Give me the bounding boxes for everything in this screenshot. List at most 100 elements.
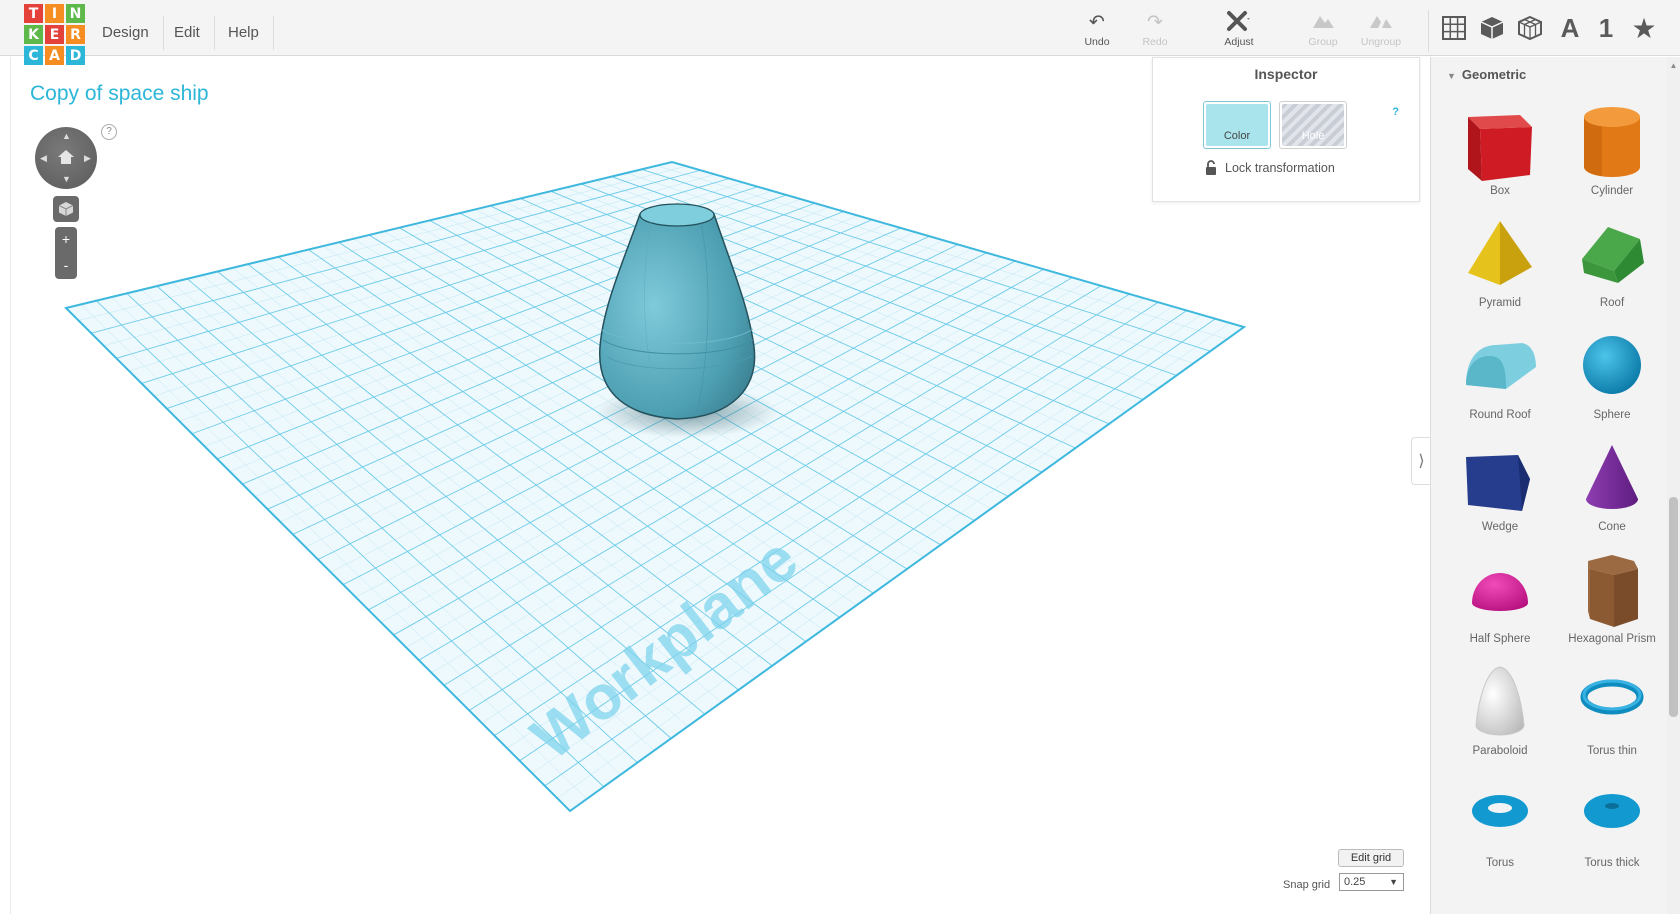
dropdown-caret-icon: ▼ [1389, 877, 1398, 887]
group-icon [1294, 10, 1352, 36]
shape-pyramid[interactable]: Pyramid [1444, 207, 1556, 319]
workplane-grid-icon [1442, 16, 1466, 40]
shape-torus-thin[interactable]: Torus thin [1556, 655, 1668, 767]
torus-shape-icon [1472, 795, 1528, 827]
wireframe-cube-icon [1518, 15, 1542, 41]
shape-round-roof[interactable]: Round Roof [1444, 319, 1556, 431]
number-shapes-button[interactable]: 1 [1588, 10, 1624, 46]
undo-button[interactable]: ↶ Undo [1068, 10, 1126, 52]
shape-box[interactable]: Box [1444, 95, 1556, 207]
hole-swatch-button[interactable]: Hole [1279, 101, 1347, 149]
category-label: Geometric [1461, 67, 1527, 82]
shape-half-sphere[interactable]: Half Sphere [1444, 543, 1556, 655]
inspector-help-button[interactable]: ? [1392, 106, 1399, 118]
ungroup-button[interactable]: Ungroup [1352, 10, 1410, 52]
chevron-right-icon: ⟩ [1418, 453, 1425, 470]
undo-icon: ↶ [1089, 12, 1105, 33]
box-shape-icon [1468, 115, 1532, 181]
torus-thin-shape-icon [1580, 679, 1644, 715]
fit-view-button[interactable] [53, 196, 79, 222]
zoom-out-button[interactable]: - [55, 253, 77, 279]
shape-torus-thick[interactable]: Torus thick [1556, 767, 1668, 879]
logo-letter: R [66, 25, 85, 44]
orbit-down-icon[interactable]: ▼ [62, 174, 71, 184]
home-icon[interactable] [57, 148, 75, 166]
roof-shape-icon [1582, 227, 1644, 283]
shape-generator-button[interactable] [1512, 10, 1548, 46]
hole-swatch-label: Hole [1282, 104, 1344, 146]
shape-label: Hexagonal Prism [1568, 633, 1656, 645]
shape-label: Torus thin [1587, 745, 1637, 757]
design-title[interactable]: Copy of space ship [30, 82, 209, 106]
lock-transformation-toggle[interactable]: Lock transformation [1205, 160, 1335, 176]
view-cube-icon [58, 202, 74, 216]
undo-label: Undo [1084, 36, 1110, 48]
logo-letter: N [66, 4, 85, 23]
scrollbar-thumb[interactable] [1669, 497, 1678, 717]
shape-sphere[interactable]: Sphere [1556, 319, 1668, 431]
color-swatch-button[interactable]: Color [1203, 101, 1271, 149]
shape-cylinder[interactable]: Cylinder [1556, 95, 1668, 207]
adjust-button[interactable]: Adjust [1210, 10, 1268, 52]
shape-torus[interactable]: Torus [1444, 767, 1556, 879]
cylinder-shape-icon [1584, 107, 1640, 177]
box-shape-tool-button[interactable] [1474, 10, 1510, 46]
redo-icon: ↷ [1147, 12, 1163, 33]
text-shapes-button[interactable]: A [1552, 10, 1588, 46]
shape-roof[interactable]: Roof [1556, 207, 1668, 319]
shape-hexagonal-prism[interactable]: Hexagonal Prism [1556, 543, 1668, 655]
unlock-icon [1206, 160, 1216, 175]
orbit-left-icon[interactable]: ◀ [40, 153, 47, 164]
torus-thick-shape-icon [1584, 794, 1640, 828]
shape-label: Roof [1599, 297, 1625, 309]
inspector-panel: Inspector ? Color Hole Lock transformati… [1152, 57, 1420, 202]
shape-paraboloid[interactable]: Paraboloid [1444, 655, 1556, 767]
chevron-down-icon: ▼ [1447, 71, 1456, 81]
star-icon: ★ [1631, 12, 1657, 44]
snap-grid-label: Snap grid [1283, 879, 1331, 891]
category-header-geometric[interactable]: ▼ Geometric [1447, 67, 1526, 82]
top-toolbar: T I N K E R C A D Design Edit Help ↶ Und… [0, 0, 1680, 65]
toolbar-divider [1428, 10, 1429, 52]
menu-help[interactable]: Help [214, 16, 274, 50]
paraboloid-shape-icon [1475, 666, 1525, 736]
cube-icon [1480, 17, 1504, 39]
scroll-up-icon[interactable]: ▲ [1667, 61, 1680, 73]
shapes-panel: ▼ Geometric Box Cylinder Pyramid Roof Ro… [1430, 57, 1680, 914]
pyramid-shape-icon [1468, 221, 1532, 285]
panel-scrollbar[interactable]: ▲ [1667, 57, 1680, 914]
logo-letter: A [45, 46, 64, 65]
shape-wedge[interactable]: Wedge [1444, 431, 1556, 543]
tinkercad-app: T I N K E R C A D Design Edit Help ↶ Und… [0, 0, 1680, 914]
snap-grid-select[interactable]: 0.25 ▼ [1339, 873, 1404, 891]
orbit-control[interactable]: ▲ ▼ ◀ ▶ [35, 127, 97, 189]
color-swatch-label: Color [1206, 104, 1268, 146]
letter-a-icon: A [1560, 12, 1580, 43]
group-label: Group [1308, 36, 1338, 48]
menu-edit[interactable]: Edit [160, 16, 215, 50]
orbit-right-icon[interactable]: ▶ [84, 153, 91, 164]
tinkercad-logo[interactable]: T I N K E R C A D [24, 4, 86, 65]
zoom-in-button[interactable]: + [55, 227, 77, 253]
shape-label: Round Roof [1469, 409, 1531, 421]
shape-label: Cone [1598, 521, 1626, 533]
shape-label: Torus thick [1584, 857, 1640, 869]
cone-shape-icon [1586, 445, 1638, 509]
navigation-help-button[interactable]: ? [101, 124, 117, 140]
logo-letter: E [45, 25, 64, 44]
shape-label: Paraboloid [1472, 745, 1528, 757]
menu-design[interactable]: Design [88, 16, 164, 50]
orbit-up-icon[interactable]: ▲ [62, 131, 71, 141]
redo-button[interactable]: ↷ Redo [1126, 10, 1184, 52]
logo-letter: K [24, 25, 43, 44]
wedge-shape-icon [1466, 455, 1530, 511]
workplane-tool-button[interactable] [1436, 10, 1472, 46]
hexagonal-prism-shape-icon [1588, 555, 1638, 627]
shape-label: Wedge [1481, 521, 1519, 533]
group-button[interactable]: Group [1294, 10, 1352, 52]
shape-cone[interactable]: Cone [1556, 431, 1668, 543]
favorites-button[interactable]: ★ [1626, 10, 1662, 46]
shape-label: Pyramid [1478, 297, 1522, 309]
edit-grid-button[interactable]: Edit grid [1338, 849, 1404, 867]
collapse-panel-button[interactable]: ⟩ [1411, 437, 1431, 485]
